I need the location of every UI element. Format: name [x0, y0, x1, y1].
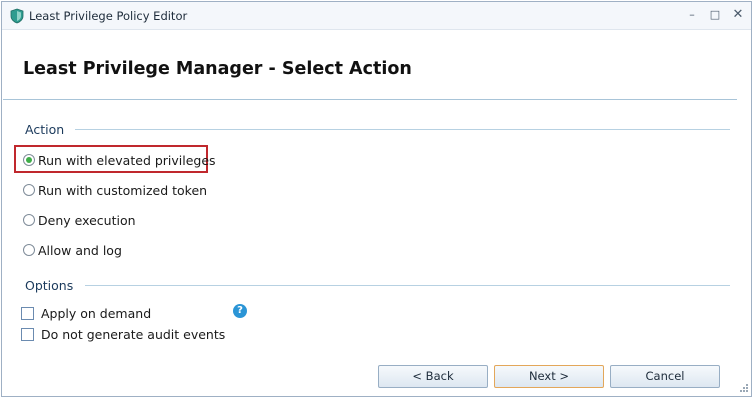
page-title: Least Privilege Manager - Select Action [23, 59, 412, 79]
checkbox-label: Apply on demand [41, 305, 152, 321]
radio-label: Deny execution [38, 212, 136, 228]
radio-allow-and-log[interactable]: Allow and log [23, 241, 122, 259]
radio-button[interactable] [23, 244, 35, 256]
options-section-rule [85, 285, 730, 286]
cancel-button[interactable]: Cancel [610, 365, 720, 388]
radio-label: Allow and log [38, 242, 122, 258]
action-section-label: Action [25, 122, 65, 137]
checkbox-label: Do not generate audit events [41, 326, 226, 342]
radio-button-checked[interactable] [23, 154, 35, 166]
checkbox-apply-on-demand[interactable]: Apply on demand [21, 305, 151, 321]
shield-icon [10, 8, 24, 24]
radio-deny-execution[interactable]: Deny execution [23, 211, 136, 229]
header-divider [3, 99, 737, 100]
help-icon[interactable]: ? [233, 304, 247, 318]
checkbox[interactable] [21, 306, 34, 320]
action-section-rule [75, 129, 730, 130]
radio-label: Run with elevated privileges [38, 152, 216, 168]
radio-button[interactable] [23, 184, 35, 196]
close-button[interactable]: ✕ [729, 7, 747, 23]
minimize-button[interactable]: – [683, 7, 701, 23]
dialog-window: Least Privilege Policy Editor – □ ✕ Leas… [1, 1, 752, 397]
checkbox-no-audit-events[interactable]: Do not generate audit events [21, 326, 225, 342]
maximize-button[interactable]: □ [706, 7, 724, 23]
options-section-label: Options [25, 278, 74, 293]
checkbox[interactable] [21, 327, 34, 341]
radio-button[interactable] [23, 214, 35, 226]
next-button[interactable]: Next > [494, 365, 604, 388]
radio-run-elevated[interactable]: Run with elevated privileges [23, 151, 216, 169]
resize-grip-icon[interactable] [737, 383, 749, 395]
window-title: Least Privilege Policy Editor [29, 9, 188, 23]
radio-label: Run with customized token [38, 182, 208, 198]
radio-run-customized-token[interactable]: Run with customized token [23, 181, 207, 199]
back-button[interactable]: < Back [378, 365, 488, 388]
title-bar[interactable]: Least Privilege Policy Editor – □ ✕ [2, 2, 751, 30]
